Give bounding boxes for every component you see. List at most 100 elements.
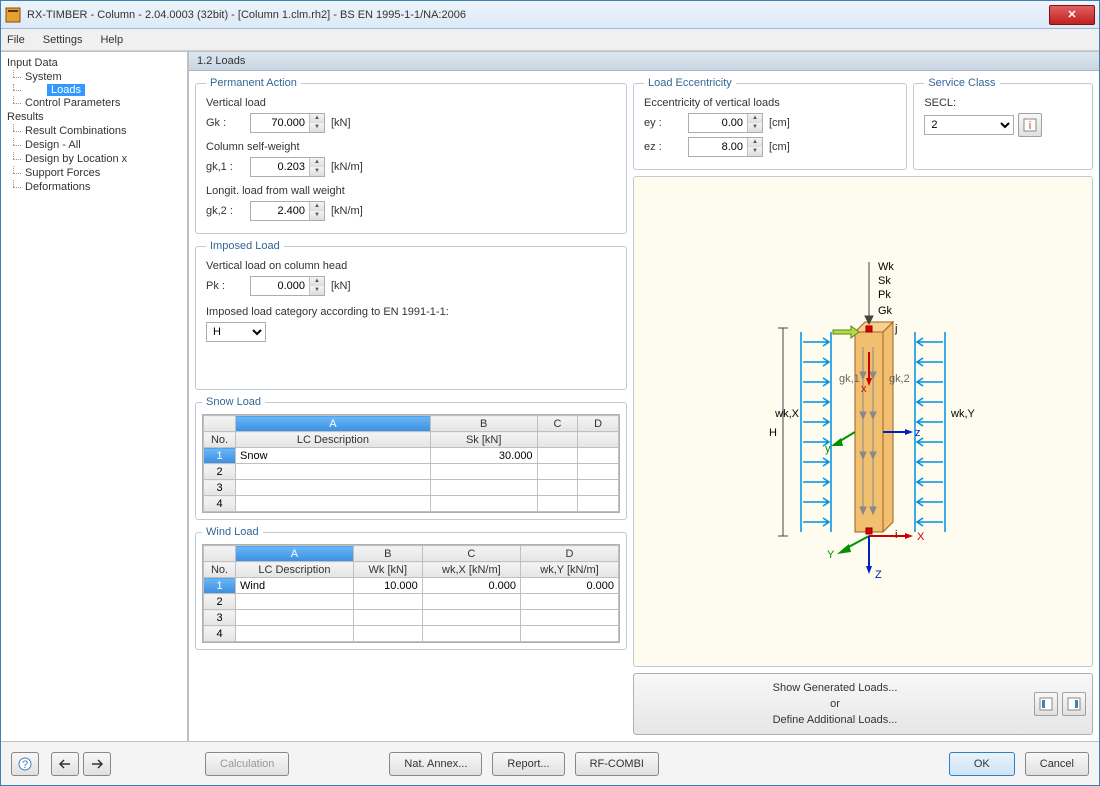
tree-design-all[interactable]: Design - All [3, 138, 185, 152]
report-button[interactable]: Report... [492, 752, 564, 776]
snow-col-a[interactable]: A [236, 416, 431, 432]
self-weight-label: Column self-weight [206, 141, 616, 153]
wind-row-2[interactable]: 2 [204, 594, 236, 610]
nat-annex-button[interactable]: Nat. Annex... [389, 752, 482, 776]
snow-row-4[interactable]: 4 [204, 496, 236, 512]
wind-row-1[interactable]: 1 [204, 578, 236, 594]
tree-design-loc[interactable]: Design by Location x [3, 152, 185, 166]
generated-loads-box: Show Generated Loads... or Define Additi… [633, 673, 1093, 735]
menu-settings[interactable]: Settings [43, 34, 83, 46]
svg-text:gk,2: gk,2 [889, 373, 910, 385]
snow-row-1[interactable]: 1 [204, 448, 236, 464]
main-content: Permanent Action Vertical load Gk : ▲▼ [… [189, 71, 1099, 741]
pk-spinner[interactable]: ▲▼ [250, 276, 325, 296]
imposed-load-group: Imposed Load Vertical load on column hea… [195, 240, 627, 390]
svg-text:Wk: Wk [878, 261, 894, 273]
wind-r1-desc[interactable]: Wind [236, 578, 354, 594]
wind-r1-wk[interactable]: 10.000 [353, 578, 422, 594]
secl-info-button[interactable]: i [1018, 113, 1042, 137]
snow-h-desc: LC Description [236, 432, 431, 448]
gk1-unit: [kN/m] [331, 161, 363, 173]
svg-text:wk,X: wk,X [774, 408, 800, 420]
snow-col-c[interactable]: C [537, 416, 578, 432]
gen-btn-1[interactable] [1034, 692, 1058, 716]
svg-text:H: H [769, 427, 777, 439]
wind-col-c[interactable]: C [422, 546, 520, 562]
ez-input[interactable] [689, 138, 747, 156]
wind-row-3[interactable]: 3 [204, 610, 236, 626]
gk2-spinner[interactable]: ▲▼ [250, 201, 325, 221]
snow-table[interactable]: ABCD No.LC DescriptionSk [kN] 1Snow30.00… [202, 414, 620, 513]
svg-text:Y: Y [827, 549, 835, 561]
calculation-button[interactable]: Calculation [205, 752, 289, 776]
tree-input-data[interactable]: Input Data [3, 56, 185, 70]
category-select[interactable]: H [206, 322, 266, 342]
permanent-action-group: Permanent Action Vertical load Gk : ▲▼ [… [195, 77, 627, 234]
wind-col-b[interactable]: B [353, 546, 422, 562]
wind-table[interactable]: ABCD No.LC DescriptionWk [kN]wk,X [kN/m]… [202, 544, 620, 643]
main-panel: 1.2 Loads Permanent Action Vertical load… [189, 52, 1099, 741]
menu-help[interactable]: Help [100, 34, 123, 46]
wind-r1-wky[interactable]: 0.000 [521, 578, 619, 594]
right-column: Load Eccentricity Eccentricity of vertic… [633, 77, 1093, 735]
app-window: RX-TIMBER - Column - 2.04.0003 (32bit) -… [0, 0, 1100, 786]
wind-col-a[interactable]: A [236, 546, 354, 562]
wind-h-no: No. [204, 562, 236, 578]
ez-spinner[interactable]: ▲▼ [688, 137, 763, 157]
vlh-label: Vertical load on column head [206, 260, 616, 272]
gen-btn-2[interactable] [1062, 692, 1086, 716]
show-generated-loads[interactable]: Show Generated Loads... [640, 680, 1030, 696]
pk-input[interactable] [251, 277, 309, 295]
column-diagram: Wk Sk Pk Gk j i H gk,1 gk,2 [633, 176, 1093, 667]
secl-select[interactable]: 2 [924, 115, 1014, 135]
service-class-group: Service Class SECL: 2 i [913, 77, 1093, 170]
cat-label: Imposed load category according to EN 19… [206, 306, 616, 318]
gk2-symbol: gk,2 : [206, 205, 250, 217]
tree-results[interactable]: Results [3, 110, 185, 124]
ey-spinner[interactable]: ▲▼ [688, 113, 763, 133]
help-button[interactable]: ? [11, 752, 39, 776]
menu-file[interactable]: File [7, 34, 25, 46]
snow-col-b[interactable]: B [430, 416, 537, 432]
wind-col-d[interactable]: D [521, 546, 619, 562]
wind-h-wkx: wk,X [kN/m] [422, 562, 520, 578]
snow-row-2[interactable]: 2 [204, 464, 236, 480]
titlebar: RX-TIMBER - Column - 2.04.0003 (32bit) -… [1, 1, 1099, 29]
svg-text:Z: Z [875, 569, 882, 581]
tree-loads[interactable]: Loads [47, 84, 85, 96]
gk1-input[interactable] [251, 158, 309, 176]
gk-input[interactable] [251, 114, 309, 132]
ecc-label: Eccentricity of vertical loads [644, 97, 896, 109]
gk2-unit: [kN/m] [331, 205, 363, 217]
define-additional-loads[interactable]: Define Additional Loads... [640, 712, 1030, 728]
next-button[interactable] [83, 752, 111, 776]
tree-support[interactable]: Support Forces [3, 166, 185, 180]
ey-input[interactable] [689, 114, 747, 132]
gk-spinner[interactable]: ▲▼ [250, 113, 325, 133]
cancel-button[interactable]: Cancel [1025, 752, 1089, 776]
snow-row-3[interactable]: 3 [204, 480, 236, 496]
gk-symbol: Gk : [206, 117, 250, 129]
eccentricity-group: Load Eccentricity Eccentricity of vertic… [633, 77, 907, 170]
gk2-input[interactable] [251, 202, 309, 220]
menubar: File Settings Help [1, 29, 1099, 51]
gk1-spinner[interactable]: ▲▼ [250, 157, 325, 177]
left-column: Permanent Action Vertical load Gk : ▲▼ [… [195, 77, 627, 735]
gk1-symbol: gk,1 : [206, 161, 250, 173]
nav-tree: Input Data System Loads Control Paramete… [1, 52, 189, 741]
wind-row-4[interactable]: 4 [204, 626, 236, 642]
snow-r1-desc[interactable]: Snow [236, 448, 431, 464]
ok-button[interactable]: OK [949, 752, 1015, 776]
prev-button[interactable] [51, 752, 79, 776]
tree-system[interactable]: System [3, 70, 185, 84]
snow-r1-sk[interactable]: 30.000 [430, 448, 537, 464]
snow-col-d[interactable]: D [578, 416, 619, 432]
tree-control-params[interactable]: Control Parameters [3, 96, 185, 110]
wind-r1-wkx[interactable]: 0.000 [422, 578, 520, 594]
tree-result-comb[interactable]: Result Combinations [3, 124, 185, 138]
app-icon [5, 7, 21, 23]
rf-combi-button[interactable]: RF-COMBI [575, 752, 659, 776]
gk-unit: [kN] [331, 117, 351, 129]
close-button[interactable]: ✕ [1049, 5, 1095, 25]
tree-deform[interactable]: Deformations [3, 180, 185, 194]
